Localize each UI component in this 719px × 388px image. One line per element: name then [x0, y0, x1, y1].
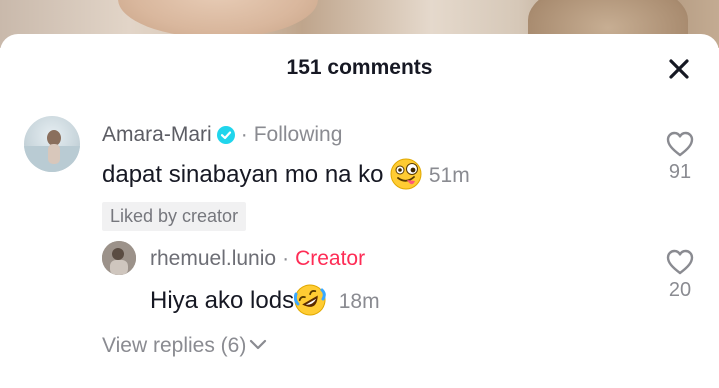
close-icon [669, 59, 689, 79]
comment-text: dapat sinabayan mo na ko [102, 161, 384, 188]
reply-text: Hiya ako lods [150, 287, 295, 314]
reply-like-button[interactable]: 20 [660, 248, 700, 302]
comments-screen: 151 comments Amara-Mari · Following dapat … [0, 0, 719, 388]
reply-username-row: rhemuel.lunio · Creator [150, 247, 365, 271]
chevron-down-icon [250, 339, 267, 350]
view-replies-button[interactable]: View replies (6) [102, 334, 268, 358]
creator-tag: Creator [295, 247, 366, 270]
comment-like-count: 91 [668, 161, 692, 183]
reply-avatar-photo-icon [102, 241, 136, 275]
liked-by-creator-badge: Liked by creator [102, 202, 247, 231]
separator-dot: · [240, 123, 248, 146]
comment-username-row: Amara-Mari · Following [102, 123, 342, 150]
avatar-photo-icon [24, 130, 80, 172]
reply-avatar[interactable] [102, 241, 136, 275]
heart-icon [666, 249, 694, 275]
heart-icon [666, 131, 694, 157]
close-button[interactable] [664, 54, 694, 84]
zany-face-emoji-icon [390, 158, 422, 197]
rolling-on-floor-laughing-emoji-icon [293, 284, 326, 323]
following-label: Following [253, 123, 343, 146]
reply-timestamp: 18m [338, 290, 380, 313]
comment-timestamp: 51m [428, 164, 470, 187]
reply-like-count: 20 [668, 279, 692, 301]
comment-username[interactable]: Amara-Mari [102, 123, 212, 146]
reply-separator-dot: · [282, 247, 290, 270]
video-person-face [118, 0, 318, 38]
reply-text-row: Hiya ako lods 18m [150, 284, 380, 323]
comment-like-button[interactable]: 91 [660, 130, 700, 184]
comments-count-title: 151 comments [286, 56, 433, 79]
verified-icon [216, 126, 235, 150]
comments-sheet: 151 comments Amara-Mari · Following dapat … [0, 34, 719, 388]
avatar[interactable] [24, 116, 80, 172]
view-replies-label: View replies (6) [102, 334, 247, 357]
reply-username[interactable]: rhemuel.lunio [150, 247, 276, 270]
comment-text-row: dapat sinabayan mo na ko 51m [102, 158, 470, 197]
